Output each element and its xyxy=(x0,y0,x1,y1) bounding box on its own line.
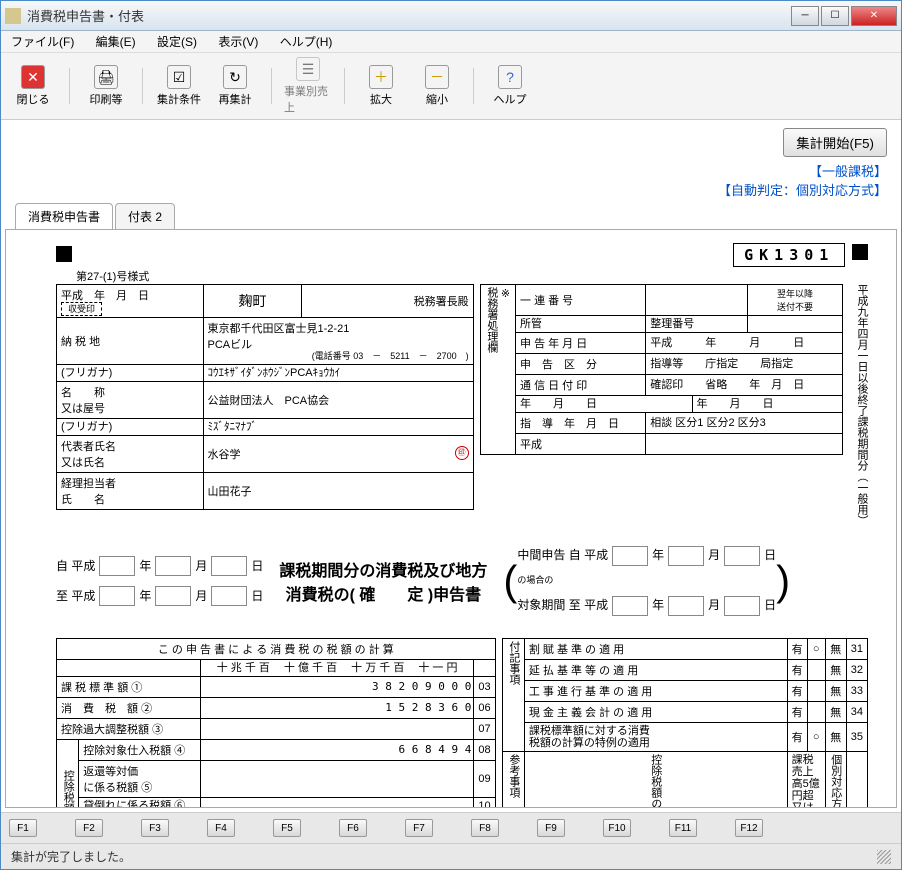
black-marker-left xyxy=(56,246,72,262)
applicant-table: 平成 年 月 日収受印 麹町 税務署長殿 納 税 地 東京都千代田区富士見1-2… xyxy=(56,284,474,510)
maximize-button[interactable]: ☐ xyxy=(821,6,849,26)
f2-key[interactable]: F2 xyxy=(75,819,103,837)
tab-declaration[interactable]: 消費税申告書 xyxy=(15,203,113,229)
form-number: 第27-(1)号様式 xyxy=(76,268,868,284)
zoomin-button[interactable]: ＋拡大 xyxy=(357,65,405,107)
conditions-button[interactable]: ☑集計条件 xyxy=(155,65,203,107)
seal-icon: ㊞ xyxy=(455,446,469,460)
close-icon: ✕ xyxy=(21,65,45,89)
f5-key[interactable]: F5 xyxy=(273,819,301,837)
calc-table: こ の 申 告 書 に よ る 消 費 税 の 税 額 の 計 算 十 兆 千 … xyxy=(56,638,496,808)
help-button[interactable]: ?ヘルプ xyxy=(486,65,534,107)
from-day-input[interactable] xyxy=(211,556,247,576)
toolbar: ✕閉じる 🖨印刷等 ☑集計条件 ↻再集計 ☰事業別売上 ＋拡大 －縮小 ?ヘルプ xyxy=(1,53,901,120)
print-button[interactable]: 🖨印刷等 xyxy=(82,65,130,107)
f12-key[interactable]: F12 xyxy=(735,819,763,837)
to-month-input[interactable] xyxy=(155,586,191,606)
minus-icon: － xyxy=(425,65,449,89)
recalc-icon: ↻ xyxy=(223,65,247,89)
bybusiness-button[interactable]: ☰事業別売上 xyxy=(284,57,332,115)
resize-grip[interactable] xyxy=(877,850,891,864)
help-icon: ? xyxy=(498,65,522,89)
mid-to-y[interactable] xyxy=(612,596,648,616)
printer-icon: 🖨 xyxy=(94,65,118,89)
statusbar: 集計が完了しました。 xyxy=(1,843,901,869)
menu-edit[interactable]: 編集(E) xyxy=(96,35,136,49)
mid-to-m[interactable] xyxy=(668,596,704,616)
form-area[interactable]: GK1301 第27-(1)号様式 平成 年 月 日収受印 麹町 税務署長殿 納… xyxy=(5,229,897,808)
f1-key[interactable]: F1 xyxy=(9,819,37,837)
to-year-input[interactable] xyxy=(99,586,135,606)
start-calc-button[interactable]: 集計開始(F5) xyxy=(783,128,887,157)
declaration-title-1: 課税期間分の消費税及び地方 xyxy=(279,557,487,581)
menubar: ファイル(F) 編集(E) 設定(S) 表示(V) ヘルプ(H) xyxy=(1,31,901,53)
menu-settings[interactable]: 設定(S) xyxy=(157,35,197,49)
tab-appendix2[interactable]: 付表 2 xyxy=(115,203,175,229)
conditions-icon: ☑ xyxy=(167,65,191,89)
from-month-input[interactable] xyxy=(155,556,191,576)
f11-key[interactable]: F11 xyxy=(669,819,697,837)
f7-key[interactable]: F7 xyxy=(405,819,433,837)
declaration-title-2: 消費税の( 確 定 )申告書 xyxy=(279,581,487,605)
close-button[interactable]: ✕ xyxy=(851,6,897,26)
f10-key[interactable]: F10 xyxy=(603,819,631,837)
titlebar: 消費税申告書・付表 ─ ☐ ✕ xyxy=(1,1,901,31)
menu-view[interactable]: 表示(V) xyxy=(218,35,258,49)
f3-key[interactable]: F3 xyxy=(141,819,169,837)
mid-to-d[interactable] xyxy=(724,596,760,616)
to-day-input[interactable] xyxy=(211,586,247,606)
recalc-button[interactable]: ↻再集計 xyxy=(211,65,259,107)
menu-help[interactable]: ヘルプ(H) xyxy=(280,35,333,49)
app-icon xyxy=(5,8,21,24)
black-marker-right xyxy=(852,244,868,260)
mid-from-d[interactable] xyxy=(724,546,760,566)
name-label: 名 称 又は屋号 xyxy=(57,381,204,418)
list-icon: ☰ xyxy=(296,57,320,81)
tax-mode-labels: 【一般課税】 【自動判定：個別対応方式】 xyxy=(1,161,901,203)
fkey-bar: F1 F2 F3 F4 F5 F6 F7 F8 F9 F10 F11 F12 xyxy=(1,812,901,843)
f6-key[interactable]: F6 xyxy=(339,819,367,837)
menu-file[interactable]: ファイル(F) xyxy=(11,35,74,49)
notes-table: 付記事項 割 賦 基 準 の 適 用有○無31 延 払 基 準 等 の 適 用有… xyxy=(502,638,868,808)
f9-key[interactable]: F9 xyxy=(537,819,565,837)
mid-from-m[interactable] xyxy=(668,546,704,566)
minimize-button[interactable]: ─ xyxy=(791,6,819,26)
side-note: 平成九年四月一日以後終了課税期間分（一般用） xyxy=(855,284,868,526)
plus-icon: ＋ xyxy=(369,65,393,89)
mid-from-y[interactable] xyxy=(612,546,648,566)
f8-key[interactable]: F8 xyxy=(471,819,499,837)
from-year-input[interactable] xyxy=(99,556,135,576)
window-title: 消費税申告書・付表 xyxy=(27,6,791,25)
status-text: 集計が完了しました。 xyxy=(11,848,131,865)
f4-key[interactable]: F4 xyxy=(207,819,235,837)
zoomout-button[interactable]: －縮小 xyxy=(413,65,461,107)
close-tool-button[interactable]: ✕閉じる xyxy=(9,65,57,107)
form-code: GK1301 xyxy=(733,243,845,267)
office-processing-table: ※税務署処理欄 一 連 番 号翌年以降 送付不要 所管整理番号 申 告 年 月 … xyxy=(480,284,843,455)
